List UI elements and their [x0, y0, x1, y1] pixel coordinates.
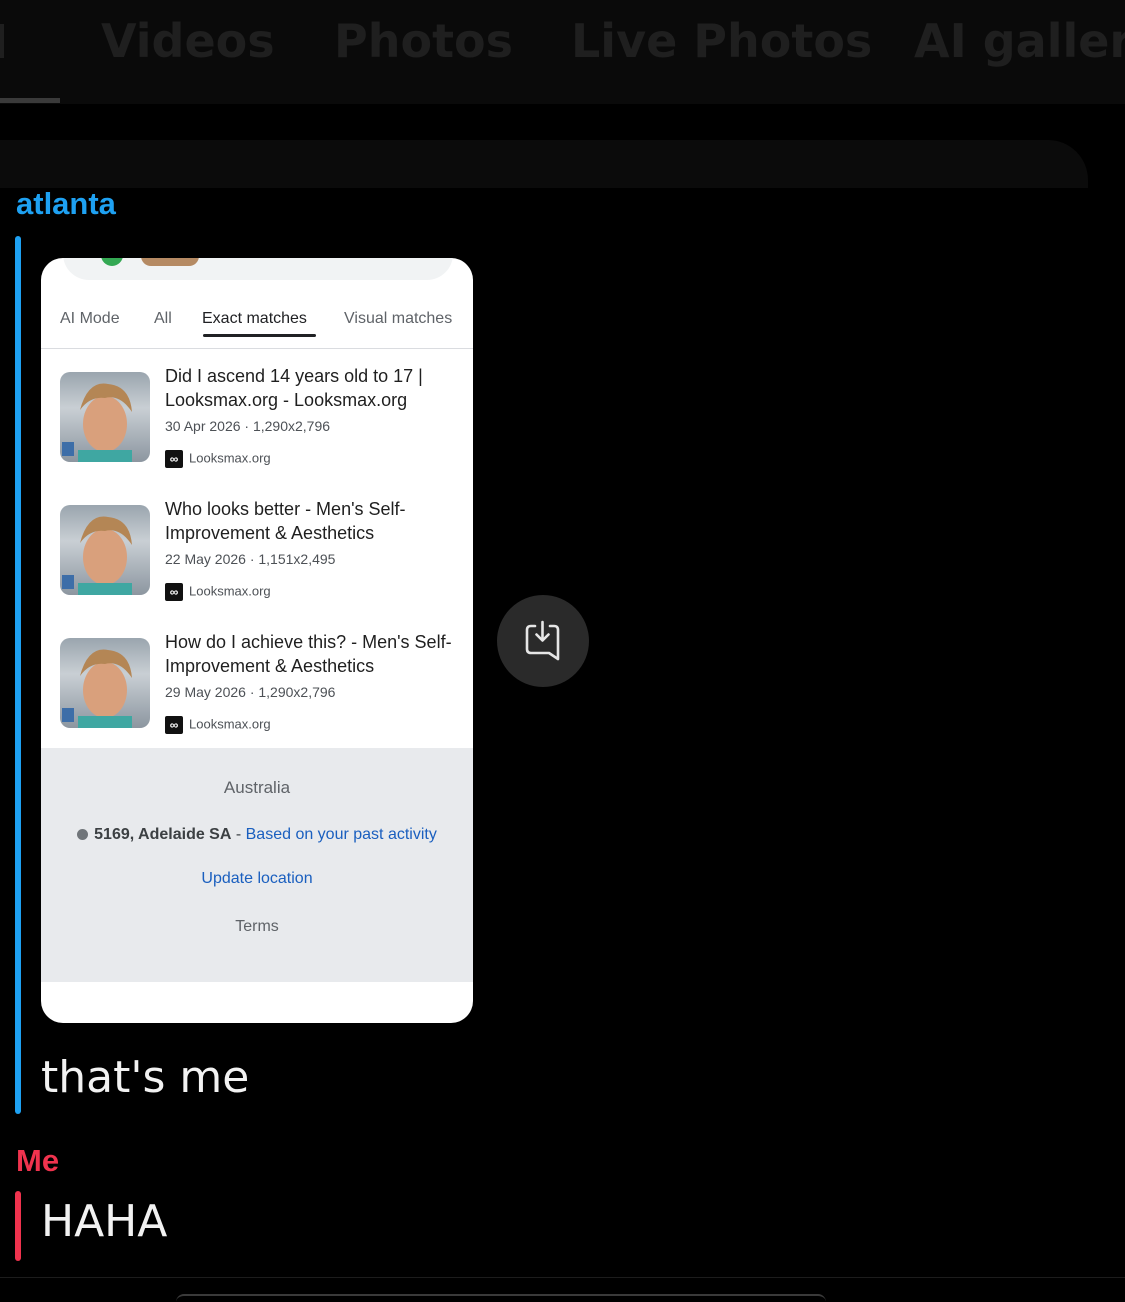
result-thumbnail	[60, 372, 150, 462]
result-source: ∞ Looksmax.org	[165, 716, 271, 734]
footer-location: 5169, Adelaide SA - Based on your past a…	[41, 826, 473, 844]
message-accent-bar-atlanta	[15, 236, 21, 1114]
infinity-icon: ∞	[165, 450, 183, 468]
result-source: ∞ Looksmax.org	[165, 450, 271, 468]
filter-all: All	[154, 310, 172, 327]
result-meta: 30 Apr 2026 · 1,290x2,796	[165, 418, 331, 434]
sender-name-me: Me	[16, 1143, 60, 1178]
result-title: Who looks better - Men's Self-Improvemen…	[165, 499, 406, 543]
result-site-name: Looksmax.org	[189, 583, 271, 599]
media-tab-bar: Videos Photos Live Photos AI gallery	[0, 0, 1125, 104]
search-bar	[63, 258, 453, 280]
list-item: Did I ascend 14 years old to 17 | Looksm…	[41, 360, 473, 480]
update-location-link: Update location	[201, 870, 313, 887]
active-tab-indicator	[0, 98, 60, 103]
active-filter-indicator	[203, 334, 316, 337]
filter-visual-matches: Visual matches	[344, 310, 453, 327]
location-note-link: Based on your past activity	[245, 826, 437, 843]
footer-country: Australia	[223, 778, 291, 797]
terms-link: Terms	[235, 918, 279, 935]
location-dot-icon	[77, 829, 89, 841]
message-text: that's me	[41, 1052, 250, 1103]
tab-videos[interactable]: Videos	[101, 14, 275, 68]
result-title: Did I ascend 14 years old to 17 | Looksm…	[165, 366, 423, 410]
result-site-name: Looksmax.org	[189, 716, 271, 732]
save-image-button[interactable]	[497, 595, 589, 687]
shared-screenshot[interactable]: AI Mode All Exact matches Visual matches…	[41, 258, 473, 1023]
result-site-name: Looksmax.org	[189, 450, 271, 466]
infinity-icon: ∞	[165, 583, 183, 601]
search-image-thumbnail	[141, 258, 199, 266]
result-thumbnail	[60, 505, 150, 595]
lens-icon	[101, 258, 123, 266]
list-item: How do I achieve this? - Men's Self-Impr…	[41, 626, 473, 746]
message-text: HAHA	[41, 1196, 168, 1247]
result-title: How do I achieve this? - Men's Self-Impr…	[165, 632, 452, 676]
list-item: Who looks better - Men's Self-Improvemen…	[41, 493, 473, 613]
composer-divider	[0, 1277, 1125, 1278]
tab-photos[interactable]: Photos	[334, 14, 513, 68]
result-source: ∞ Looksmax.org	[165, 583, 271, 601]
message-input[interactable]	[176, 1294, 826, 1302]
filter-tabs: AI Mode All Exact matches Visual matches	[41, 302, 473, 349]
location-place: 5169, Adelaide SA	[94, 826, 232, 843]
tab-ai-gallery[interactable]: AI gallery	[914, 14, 1125, 68]
filter-ai-mode: AI Mode	[60, 310, 120, 327]
message-accent-bar-me	[15, 1191, 21, 1261]
search-footer: Australia 5169, Adelaide SA - Based on y…	[41, 748, 473, 982]
result-meta: 22 May 2026 · 1,151x2,495	[165, 551, 336, 567]
header-shadow-bar	[0, 140, 1088, 188]
tab-partial[interactable]	[0, 24, 4, 58]
filter-exact-matches: Exact matches	[202, 310, 307, 327]
result-thumbnail	[60, 638, 150, 728]
location-separator: -	[231, 826, 246, 843]
result-meta: 29 May 2026 · 1,290x2,796	[165, 684, 336, 700]
infinity-icon: ∞	[165, 716, 183, 734]
tab-live-photos[interactable]: Live Photos	[571, 14, 872, 68]
sender-name-atlanta: atlanta	[16, 186, 116, 221]
save-to-device-icon	[525, 620, 560, 661]
